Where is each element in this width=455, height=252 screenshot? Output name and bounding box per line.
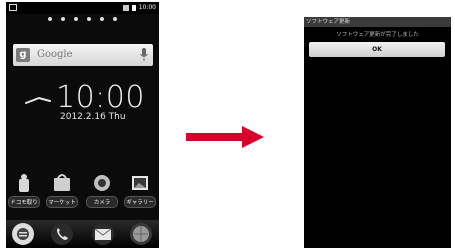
page-indicator — [48, 17, 117, 21]
dock-bar — [6, 220, 159, 248]
camera-icon — [92, 173, 112, 193]
dialog-title: ソフトウェア更新 — [304, 17, 451, 27]
microphone-icon[interactable] — [140, 48, 148, 61]
google-g-icon: g — [16, 48, 30, 62]
status-time: 10:00 — [138, 4, 156, 11]
ok-button[interactable]: OK — [309, 42, 445, 57]
clock-hands-icon — [25, 96, 51, 104]
page-dot — [61, 17, 65, 21]
home-launcher-icon[interactable] — [12, 223, 34, 245]
app-label: ギャラリー — [124, 196, 156, 208]
app-shortcut-docomo[interactable]: ドコモ取り — [8, 173, 40, 208]
dialog-message: ソフトウェア更新が完了しました — [336, 32, 419, 38]
app-shortcut-gallery[interactable]: ギャラリー — [124, 173, 156, 208]
page-dot — [48, 17, 52, 21]
notification-icon — [9, 4, 17, 11]
transition-arrow-icon — [186, 126, 264, 148]
page-dot — [87, 17, 91, 21]
signal-icon — [122, 4, 129, 11]
page-dot — [100, 17, 104, 21]
phone-icon[interactable] — [51, 223, 73, 245]
phone-dialog-screen: ソフトウェア更新 ソフトウェア更新が完了しました OK — [304, 17, 451, 248]
phone-home-screen: 10:00 g Google 10:00 2012.2.16 Thu ドコモ取り — [6, 2, 159, 248]
browser-icon[interactable] — [130, 223, 152, 245]
clock-date: 2012.2.16 Thu — [60, 112, 126, 122]
app-shortcut-row: ドコモ取り マーケット カメラ ギャラリー — [6, 173, 159, 213]
app-label: マーケット — [46, 196, 78, 208]
app-label: カメラ — [86, 196, 118, 208]
status-bar: 10:00 — [6, 2, 159, 14]
mail-icon[interactable] — [92, 223, 114, 245]
google-search-widget[interactable]: g Google — [13, 44, 153, 66]
battery-icon — [131, 4, 136, 11]
search-input[interactable]: Google — [37, 49, 73, 60]
market-icon — [52, 173, 72, 193]
docomo-app-icon — [14, 173, 34, 193]
gallery-icon — [130, 173, 150, 193]
app-label: ドコモ取り — [8, 196, 40, 208]
page-dot — [74, 17, 78, 21]
page-dot — [113, 17, 117, 21]
clock-time: 10:00 — [56, 80, 145, 115]
app-shortcut-market[interactable]: マーケット — [46, 173, 78, 208]
app-shortcut-camera[interactable]: カメラ — [86, 173, 118, 208]
